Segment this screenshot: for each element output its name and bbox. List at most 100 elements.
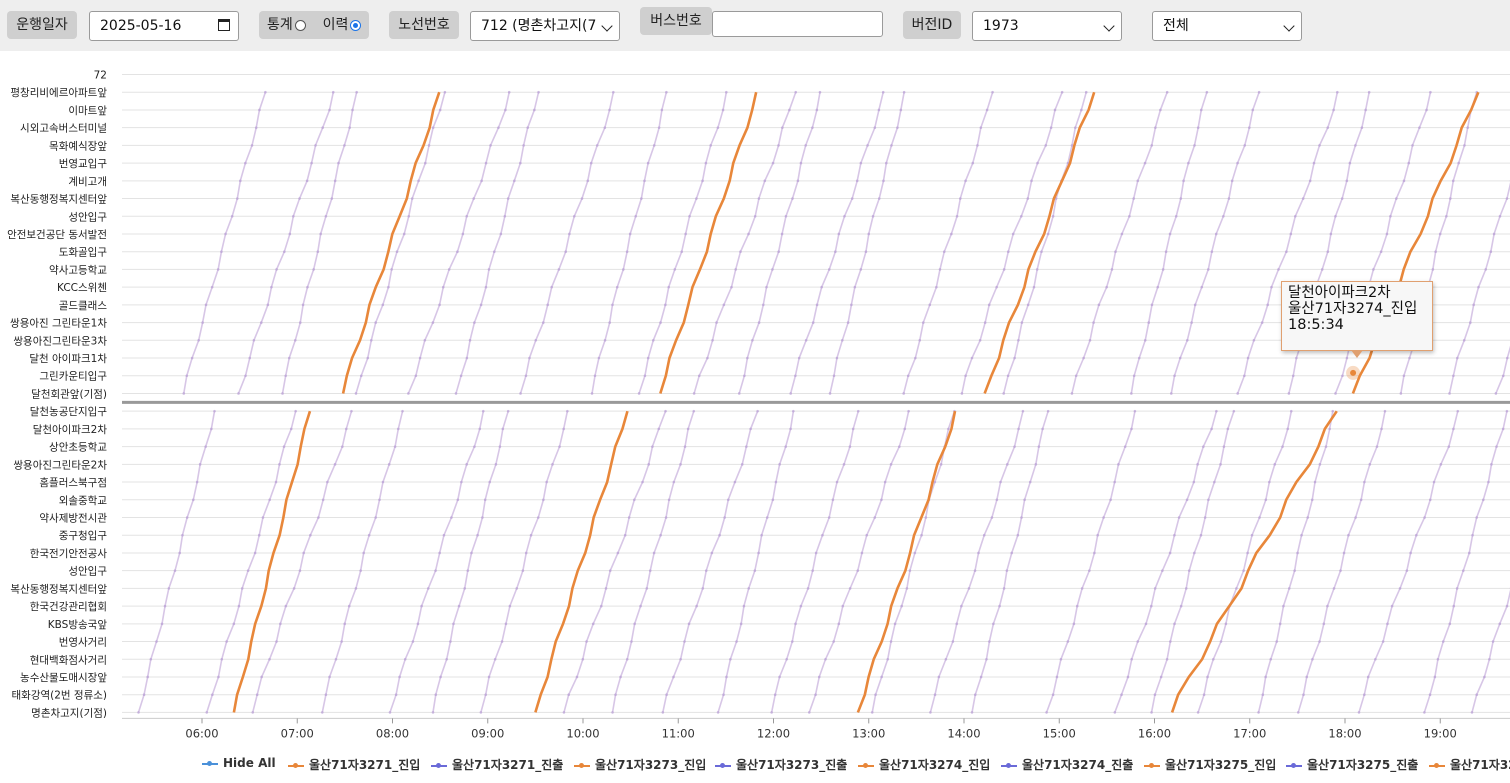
trip-point — [1080, 108, 1083, 112]
trip-point — [832, 640, 835, 643]
trip-point — [933, 693, 937, 696]
trip-point — [197, 339, 200, 342]
legend-item[interactable]: Hide All — [202, 756, 276, 770]
legend-item[interactable]: 울산71자3274_진입 — [858, 756, 990, 773]
trip-point — [1345, 179, 1349, 183]
trip-point — [586, 179, 590, 183]
trip-point — [597, 356, 601, 360]
tooltip-marker[interactable] — [1350, 369, 1357, 376]
x-tick-label: 09:00 — [471, 726, 504, 740]
bus-input[interactable] — [712, 11, 883, 37]
trip-point — [765, 285, 768, 289]
version-select[interactable]: 1973 — [972, 11, 1122, 41]
trip-point — [709, 144, 713, 147]
x-tick-label: 10:00 — [566, 726, 599, 740]
trip-point — [1202, 693, 1206, 696]
trip-point — [1243, 374, 1246, 378]
route-select[interactable]: 712 (명촌차고지(7 — [470, 11, 620, 41]
trip-point — [1470, 711, 1474, 714]
trip-point — [683, 445, 687, 448]
trip-point — [757, 197, 761, 200]
trip-point — [1488, 657, 1491, 661]
trip-point — [955, 214, 959, 218]
trip-point — [637, 392, 641, 395]
trip-point — [871, 214, 875, 218]
trip-point — [293, 339, 297, 342]
trip-point — [294, 409, 297, 413]
trip-point — [1168, 232, 1172, 236]
legend-item[interactable]: 울산71자3275_진출 — [1286, 756, 1418, 773]
history-radio[interactable] — [350, 19, 362, 31]
highlighted-trip-line[interactable] — [341, 91, 441, 394]
legend-item[interactable]: 울산71자3275_진입 — [1429, 756, 1510, 773]
trip-point — [701, 587, 705, 590]
trip-point — [314, 144, 317, 147]
trip-point — [1219, 463, 1222, 466]
trip-point — [749, 427, 752, 431]
trip-point — [359, 569, 362, 572]
calendar-icon[interactable] — [218, 19, 230, 31]
legend-item[interactable]: 울산71자3274_진출 — [1001, 756, 1133, 773]
trip-line — [1114, 410, 1218, 713]
trip-point — [575, 675, 579, 679]
trip-point — [367, 533, 371, 537]
trip-point — [387, 463, 391, 466]
trip-point — [1161, 268, 1165, 271]
trip-point — [260, 675, 263, 679]
trip-point — [921, 321, 925, 324]
legend-item[interactable]: 울산71자3271_진출 — [431, 756, 563, 773]
trip-point — [1147, 321, 1151, 324]
trip-point — [667, 498, 671, 502]
trip-point — [1402, 374, 1406, 378]
legend-item[interactable]: 울산71자3273_진입 — [574, 756, 706, 773]
legend-marker — [288, 762, 304, 768]
trip-point — [1322, 622, 1326, 626]
legend-label: 울산71자3275_진출 — [1307, 758, 1419, 772]
trip-point — [1026, 303, 1030, 307]
trip-point — [1305, 675, 1309, 679]
trip-point — [513, 179, 516, 183]
trip-point — [905, 587, 909, 590]
trip-point — [740, 463, 744, 466]
highlighted-trip-line[interactable] — [983, 91, 1096, 394]
trip-point — [1250, 533, 1254, 537]
trip-point — [1246, 356, 1250, 360]
date-input[interactable]: 2025-05-16 — [89, 11, 239, 41]
trip-point — [334, 657, 338, 661]
trip-point — [1206, 675, 1209, 679]
filter-select[interactable]: 전체 — [1152, 11, 1302, 41]
trip-point — [608, 569, 612, 572]
legend-item[interactable]: 울산71자3271_진입 — [288, 756, 420, 773]
highlighted-trip-line[interactable] — [856, 410, 957, 713]
trip-point — [608, 108, 611, 112]
stop-label: 골드클래스 — [59, 300, 108, 312]
trip-point — [753, 214, 757, 218]
legend-item[interactable]: 울산71자3273_진출 — [715, 756, 847, 773]
trip-point — [288, 232, 292, 236]
trip-point — [500, 640, 504, 643]
trip-point — [1300, 533, 1303, 537]
trip-point — [564, 250, 568, 253]
highlighted-trip-line[interactable] — [1170, 410, 1338, 713]
trip-point — [1133, 409, 1137, 413]
trip-point — [902, 392, 905, 395]
trip-point — [780, 232, 784, 236]
trip-point — [504, 108, 507, 112]
tooltip-series: 울산71자3274_진입 — [1288, 301, 1418, 317]
trip-point — [441, 285, 445, 289]
trip-point — [1269, 657, 1273, 661]
trip-point — [680, 250, 684, 253]
trip-point — [395, 250, 399, 253]
highlighted-trip-line[interactable] — [232, 410, 312, 713]
highlighted-trip-line[interactable] — [659, 91, 758, 394]
trip-point — [853, 285, 857, 289]
trip-point — [149, 657, 153, 661]
trip-point — [1202, 445, 1205, 448]
trip-point — [374, 321, 377, 324]
trip-point — [1491, 640, 1495, 643]
legend-item[interactable]: 울산71자3275_진입 — [1144, 756, 1276, 773]
stats-radio[interactable] — [294, 19, 306, 31]
trip-point — [977, 551, 980, 555]
trip-point — [1206, 268, 1210, 271]
stop-label: 도화골입구 — [59, 246, 108, 259]
